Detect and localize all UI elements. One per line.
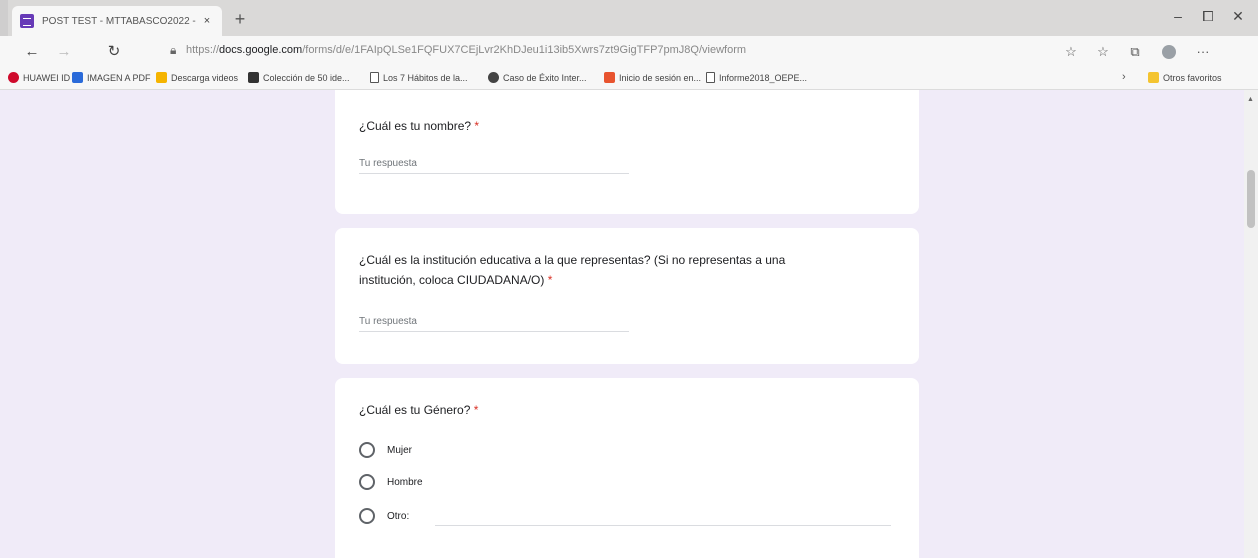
back-icon[interactable]: ← bbox=[22, 42, 42, 62]
login-site-icon bbox=[604, 72, 615, 83]
required-asterisk: * bbox=[473, 403, 479, 417]
question-card-name: ¿Cuál es tu nombre? * bbox=[335, 90, 919, 214]
question-title: ¿Cuál es tu nombre? * bbox=[359, 116, 479, 136]
bookmark-label: Colección de 50 ide... bbox=[263, 72, 350, 83]
url-host: docs.google.com bbox=[219, 44, 303, 56]
bookmark-label: HUAWEI ID bbox=[23, 72, 71, 83]
bookmarks-overflow-icon[interactable]: › bbox=[1122, 71, 1126, 83]
more-menu-icon[interactable]: ··· bbox=[1194, 43, 1212, 61]
page-icon bbox=[706, 72, 715, 83]
url-path: /forms/d/e/1FAIpQLSe1FQFUX7CEjLvr2KhDJeu… bbox=[302, 44, 747, 56]
favorites-bar-icon[interactable]: ☆ bbox=[1094, 43, 1112, 61]
bookmark-coleccion[interactable]: Colección de 50 ide... bbox=[248, 72, 350, 83]
bookmark-label: Descarga videos bbox=[171, 72, 239, 83]
required-asterisk: * bbox=[547, 273, 553, 287]
scroll-up-arrow-icon[interactable]: ▲ bbox=[1247, 96, 1254, 103]
question-card-institution: ¿Cuál es la institución educativa a la q… bbox=[335, 228, 919, 364]
bookmark-informe2018[interactable]: Informe2018_OEPE... bbox=[706, 72, 807, 83]
download-icon bbox=[156, 72, 167, 83]
question-text-line2: institución, coloca CIUDADANA/O) bbox=[359, 273, 545, 287]
page-content: ¿Cuál es tu nombre? * ¿Cuál es la instit… bbox=[0, 90, 1258, 558]
page-icon bbox=[370, 72, 379, 83]
bookmark-caso-de-exito[interactable]: Caso de Éxito Inter... bbox=[488, 72, 587, 83]
maximize-icon[interactable]: ⧠ bbox=[1198, 8, 1218, 25]
minimize-icon[interactable]: – bbox=[1168, 8, 1188, 24]
bookmark-inicio-de-sesion[interactable]: Inicio de sesión en... bbox=[604, 72, 701, 83]
radio-label: Otro: bbox=[387, 510, 410, 522]
radio-button[interactable] bbox=[359, 508, 375, 524]
tab-title: POST TEST - MTTABASCO2022 - bbox=[42, 15, 196, 27]
scrollbar-thumb[interactable] bbox=[1247, 170, 1255, 228]
bookmark-los-7-habitos[interactable]: Los 7 Hábitos de la... bbox=[370, 72, 468, 83]
huawei-icon bbox=[8, 72, 19, 83]
bookmarks-bar: HUAWEI ID IMAGEN A PDF Descarga videos C… bbox=[0, 68, 1258, 90]
address-bar: ← → ↻ 🔒︎ https://docs.google.com/forms/d… bbox=[0, 36, 1258, 68]
lock-icon: 🔒︎ bbox=[170, 43, 177, 57]
question-title: ¿Cuál es tu Género? * bbox=[359, 400, 478, 420]
tab-bar: POST TEST - MTTABASCO2022 - × + – ⧠ ✕ bbox=[0, 0, 1258, 36]
bookmark-label: Informe2018_OEPE... bbox=[719, 72, 808, 83]
globe-icon bbox=[488, 72, 499, 83]
question-text: ¿Cuál es tu nombre? bbox=[359, 119, 472, 133]
radio-option-mujer[interactable]: Mujer bbox=[359, 442, 412, 458]
refresh-icon[interactable]: ↻ bbox=[104, 42, 124, 62]
bookmark-label: Inicio de sesión en... bbox=[619, 72, 702, 83]
radio-label: Hombre bbox=[387, 476, 423, 488]
bookmark-descarga-videos[interactable]: Descarga videos bbox=[156, 72, 238, 83]
radio-label: Mujer bbox=[387, 444, 413, 456]
close-tab-icon[interactable]: × bbox=[200, 15, 214, 27]
bookmark-label: Los 7 Hábitos de la... bbox=[383, 72, 468, 83]
question-card-gender: ¿Cuál es tu Género? * Mujer Hombre Otro: bbox=[335, 378, 919, 558]
other-favorites-folder[interactable]: Otros favoritos bbox=[1148, 72, 1222, 83]
bookmark-imagen-a-pdf[interactable]: IMAGEN A PDF bbox=[72, 72, 151, 83]
url-prefix: https:// bbox=[186, 44, 220, 56]
grid-logo-icon bbox=[248, 72, 259, 83]
collections-icon[interactable]: ⧉ bbox=[1126, 43, 1144, 61]
pdf-converter-icon bbox=[72, 72, 83, 83]
institution-answer-input[interactable] bbox=[359, 312, 629, 332]
name-answer-input[interactable] bbox=[359, 154, 629, 174]
forms-favicon-icon bbox=[20, 14, 34, 28]
favorite-star-icon[interactable]: ☆ bbox=[1062, 43, 1080, 61]
tab-bar-edge bbox=[0, 0, 8, 36]
browser-tab[interactable]: POST TEST - MTTABASCO2022 - × bbox=[12, 6, 222, 36]
question-title: ¿Cuál es la institución educativa a la q… bbox=[359, 250, 899, 290]
radio-option-otro[interactable]: Otro: bbox=[359, 508, 409, 524]
radio-button[interactable] bbox=[359, 474, 375, 490]
bookmark-label: IMAGEN A PDF bbox=[87, 72, 151, 83]
bookmark-label: Caso de Éxito Inter... bbox=[503, 72, 587, 83]
question-text: ¿Cuál es tu Género? bbox=[359, 403, 471, 417]
page-scrollbar[interactable]: ▲ bbox=[1244, 90, 1258, 558]
other-gender-input[interactable] bbox=[435, 506, 891, 526]
folder-icon bbox=[1148, 72, 1159, 83]
url-field[interactable]: https://docs.google.com/forms/d/e/1FAIpQ… bbox=[186, 44, 926, 56]
question-text-line1: ¿Cuál es la institución educativa a la q… bbox=[359, 253, 786, 267]
radio-button[interactable] bbox=[359, 442, 375, 458]
required-asterisk: * bbox=[474, 119, 480, 133]
new-tab-icon[interactable]: + bbox=[230, 10, 250, 30]
close-window-icon[interactable]: ✕ bbox=[1228, 8, 1248, 25]
profile-avatar-icon[interactable] bbox=[1160, 43, 1178, 61]
bookmark-label: Otros favoritos bbox=[1163, 72, 1222, 83]
radio-option-hombre[interactable]: Hombre bbox=[359, 474, 423, 490]
bookmark-huawei-id[interactable]: HUAWEI ID bbox=[8, 72, 70, 83]
forward-icon[interactable]: → bbox=[54, 42, 74, 62]
